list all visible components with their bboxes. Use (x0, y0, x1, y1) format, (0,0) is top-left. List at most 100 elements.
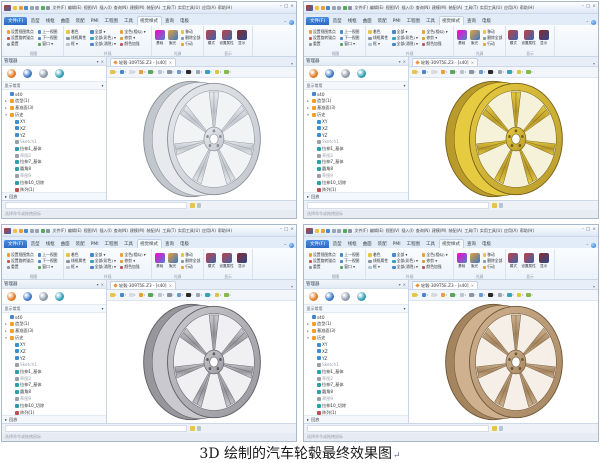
list-filter-icon[interactable] (196, 426, 201, 431)
grid-display-icon[interactable]: ▾ (157, 292, 164, 298)
minimize-button[interactable]: – (582, 5, 584, 10)
history-manager-icon[interactable] (309, 69, 318, 78)
tree-item[interactable]: 圆角8 (304, 166, 408, 173)
tree-item[interactable]: ▾ 历史 (304, 334, 408, 341)
minimize-button[interactable]: – (280, 228, 282, 233)
ribbon-tab[interactable]: 曲面 (58, 17, 72, 26)
undo-icon[interactable] (331, 5, 336, 10)
prompt-input[interactable] (5, 425, 187, 432)
color-enhance-button[interactable]: 颜色加强 (119, 264, 146, 270)
tree-filter-label[interactable]: 显示常用 (307, 306, 323, 312)
ribbon-tab[interactable]: 造型 (330, 240, 344, 249)
menu-item[interactable]: 视图(V) (83, 228, 98, 234)
color-enhance-button[interactable]: 颜色加强 (421, 41, 448, 47)
tab-list-icon[interactable]: ▾ (593, 61, 598, 66)
shade-mode-icon[interactable]: ▾ (119, 69, 126, 75)
regen-icon[interactable] (342, 5, 347, 10)
model-viewport[interactable] (409, 78, 598, 200)
tree-item[interactable]: 拉伸7_基体 (304, 159, 408, 166)
close-button[interactable]: × (592, 5, 596, 10)
menu-item[interactable]: 建模(M) (431, 228, 447, 234)
pick-filter-icon[interactable] (492, 426, 497, 431)
color-enhance-button[interactable]: 颜色加强 (119, 41, 146, 47)
base-light-button[interactable]: 基础 (154, 253, 165, 269)
prompt-input[interactable] (5, 202, 187, 209)
datum-display-icon[interactable]: ▾ (478, 292, 485, 298)
show-all-hidden-button[interactable]: 全部(消隐) ▾ (392, 41, 418, 47)
new-file-icon[interactable] (13, 5, 17, 10)
render-mode-icon[interactable]: ▾ (110, 69, 117, 75)
tree-item[interactable]: XZ (304, 348, 408, 355)
light-toggle-icon[interactable]: ▾ (214, 292, 221, 298)
tree-item[interactable]: s40 (2, 314, 106, 321)
assembly-manager-icon[interactable] (325, 69, 334, 78)
menu-item[interactable]: 应用(A) (503, 5, 518, 11)
panel-pin-icon[interactable]: ▾ (399, 59, 401, 64)
globe-display-icon[interactable]: ▾ (205, 292, 212, 298)
redo-icon[interactable] (35, 228, 39, 233)
menu-item[interactable]: 文件(F) (354, 228, 368, 234)
file-tab[interactable]: 文件(F) (4, 239, 28, 248)
history-manager-icon[interactable] (7, 69, 16, 78)
hidden-line-icon[interactable]: ▾ (440, 69, 447, 75)
maximize-button[interactable]: □ (586, 228, 590, 233)
ribbon-tab[interactable]: 视觉样式 (438, 238, 464, 248)
ribbon-tab[interactable]: 造型 (330, 17, 344, 26)
frame-button[interactable]: 框 ▾ (368, 264, 388, 270)
background-color-icon[interactable]: ▾ (186, 69, 193, 75)
pattern-display-icon[interactable]: ▾ (497, 69, 504, 75)
tree-item[interactable]: s40 (304, 91, 408, 98)
panel-close-icon[interactable]: × (101, 59, 104, 64)
assembly-manager-icon[interactable] (23, 292, 32, 301)
close-button[interactable]: × (592, 228, 596, 233)
save-icon[interactable] (24, 5, 28, 10)
print-icon[interactable] (46, 228, 50, 233)
menu-item[interactable]: 视图(V) (385, 228, 400, 234)
display-mode-button[interactable]: 模式 (206, 253, 217, 269)
show-all-hidden-button[interactable]: 全部(消隐) ▾ (392, 264, 418, 270)
tree-item[interactable]: ▸ 造型(1) (2, 321, 106, 328)
sketch-display-icon[interactable]: ▾ (167, 69, 174, 75)
menu-item[interactable]: 视图(V) (83, 5, 98, 11)
menu-item[interactable]: 插入(I) (99, 228, 112, 234)
tree-item[interactable]: ▸ 基准面(3) (304, 328, 408, 335)
list-filter-icon[interactable] (498, 203, 503, 208)
ribbon-tab[interactable]: 装配 (73, 240, 87, 249)
wireframe-mode-icon[interactable]: ▾ (431, 69, 438, 75)
render-mode-icon[interactable]: ▾ (412, 292, 419, 298)
tree-item[interactable]: 草图2 (304, 375, 408, 382)
ribbon-tab[interactable]: PMI (390, 18, 403, 26)
undo-icon[interactable] (331, 228, 336, 233)
ribbon-tab[interactable]: 工具 (122, 17, 136, 26)
tree-item[interactable]: 拉伸10_切除 (2, 179, 106, 186)
ribbon-tab[interactable]: 查询 (465, 17, 479, 26)
maximize-button[interactable]: □ (586, 5, 590, 10)
reset-view-button[interactable]: 重置 (308, 264, 336, 270)
set-attr-button[interactable]: 设置属性 (219, 30, 234, 46)
menu-item[interactable]: 帮助(H) (519, 5, 534, 11)
file-tab[interactable]: 文件(F) (306, 239, 330, 248)
visual-manager-icon[interactable] (55, 292, 64, 301)
scene-toggle-icon[interactable]: ▾ (224, 292, 231, 298)
tree-item[interactable]: ▸ 造型(1) (2, 98, 106, 105)
menu-item[interactable]: 文件(F) (52, 228, 66, 234)
reset-view-button[interactable]: 重置 (6, 41, 34, 47)
list-filter-icon[interactable] (498, 426, 503, 431)
show-all-hidden-button[interactable]: 全部(消隐) ▾ (90, 41, 116, 47)
regen-icon[interactable] (40, 228, 45, 233)
tree-item[interactable]: 拉伸1_基体 (304, 145, 408, 152)
light-action-button[interactable]: 行动 (482, 264, 503, 270)
tree-item[interactable]: Sketch1 (2, 362, 106, 369)
base-light-button[interactable]: 基础 (154, 30, 165, 46)
menu-item[interactable]: 工具(T) (464, 228, 479, 234)
tree-filter-label[interactable]: 显示常用 (307, 83, 323, 89)
tree-item[interactable]: 草图9 (2, 396, 106, 403)
visual-manager-icon[interactable] (357, 69, 366, 78)
datum-display-icon[interactable]: ▾ (176, 69, 183, 75)
color-enhance-button[interactable]: 颜色加强 (421, 264, 448, 270)
tree-item[interactable]: YZ (2, 132, 106, 139)
tab-close-icon[interactable]: × (471, 283, 475, 288)
replay-bar[interactable]: ▸ 回放 (2, 192, 106, 200)
grid-display-icon[interactable]: ▾ (459, 69, 466, 75)
close-button[interactable]: × (290, 5, 294, 10)
